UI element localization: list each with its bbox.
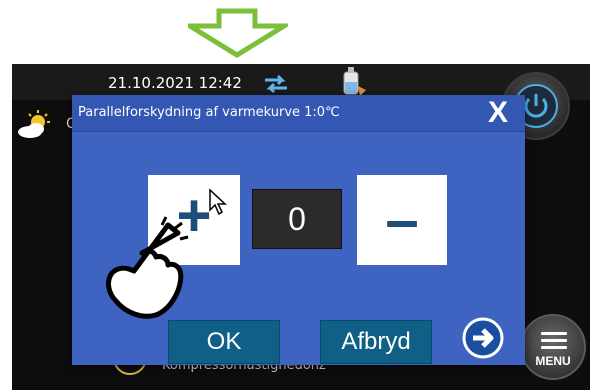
cancel-button[interactable]: Afbryd [320,320,432,364]
down-arrow-outline-icon [188,8,288,58]
mouse-pointer-icon [209,188,227,216]
tap-hand-icon [106,216,189,319]
datetime-label: 21.10.2021 12:42 [108,74,242,92]
close-button[interactable]: X [482,97,514,129]
partly-cloudy-icon [18,110,50,138]
hamburger-menu-icon [541,332,567,353]
dialog-title: Parallelforskydning af varmekurve 1:0℃ [78,105,340,120]
menu-label: MENU [535,354,571,368]
sync-arrows-icon[interactable] [262,74,290,94]
arrow-right-circle-icon[interactable] [462,317,504,359]
minus-label: – [385,186,419,253]
decrement-button[interactable]: – [357,175,447,265]
value-display: 0 [252,189,342,249]
dialog-header: Parallelforskydning af varmekurve 1:0℃ X [72,95,525,132]
ok-button[interactable]: OK [168,320,280,364]
water-tank-icon[interactable] [340,66,368,98]
menu-button[interactable]: MENU [520,314,586,380]
